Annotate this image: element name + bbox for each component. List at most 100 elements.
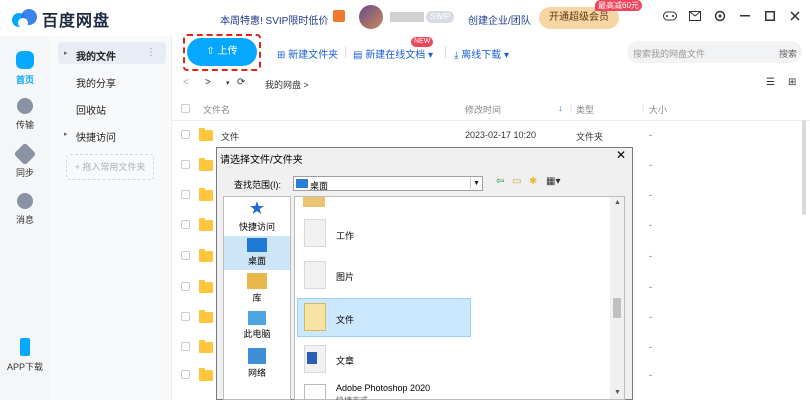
place-desktop[interactable]: 桌面 (223, 238, 291, 267)
place-label: 网络 (247, 368, 266, 378)
scroll-up-icon[interactable]: ▲ (614, 199, 621, 206)
network-icon (248, 348, 266, 364)
row-checkbox[interactable] (181, 130, 190, 139)
column-header-modified[interactable]: 修改时间 (465, 103, 501, 116)
enterprise-link[interactable]: 创建企业/团队 (468, 12, 531, 27)
divider (345, 46, 346, 58)
file-modified: 2023-02-17 10:20 (465, 130, 537, 140)
dialog-file-name[interactable]: 文章 (336, 354, 354, 367)
dialog-file-name[interactable]: 工作 (336, 229, 354, 242)
file-size: - (649, 130, 652, 140)
history-dropdown-icon[interactable]: ▾ (226, 79, 230, 87)
game-icon[interactable] (663, 9, 677, 23)
back-arrow-icon[interactable]: ⇦ (496, 176, 504, 187)
desktop-icon (296, 179, 308, 188)
dialog-scroll-thumb[interactable] (613, 298, 621, 318)
subnav-item-my-shares[interactable]: 我的分享 (76, 75, 116, 90)
new-folder-icon[interactable]: ✱ (529, 176, 537, 187)
place-network[interactable]: 网络 (223, 348, 291, 379)
column-header-name[interactable]: 文件名 (203, 103, 230, 116)
top-bar: 百度网盘 本周特惠! SVIP限时低价 SWIP 创建企业/团队 开通超级会员 … (0, 0, 810, 36)
row-checkbox[interactable] (181, 220, 190, 229)
app-logo[interactable]: 百度网盘 (12, 7, 110, 31)
settings-icon[interactable] (713, 9, 727, 23)
sidebar-item-label: 传输 (15, 120, 34, 130)
folder-icon (199, 368, 213, 381)
new-online-doc-button[interactable]: ▤ 新建在线文档 ▾ (353, 46, 433, 61)
gift-icon[interactable] (333, 10, 345, 22)
folder-icon (199, 158, 213, 171)
row-checkbox[interactable] (181, 312, 190, 321)
row-checkbox[interactable] (181, 282, 190, 291)
upload-label: 上传 (217, 46, 238, 57)
file-name[interactable]: 文件 (221, 130, 239, 143)
folder-icon (199, 188, 213, 201)
maximize-icon[interactable] (763, 9, 777, 23)
up-folder-icon[interactable]: ▭ (512, 176, 521, 187)
avatar[interactable] (359, 5, 383, 29)
sidebar-item-sync[interactable]: 同步 (0, 142, 50, 179)
back-icon[interactable]: < (183, 77, 189, 88)
scroll-down-icon[interactable]: ▼ (614, 389, 621, 396)
folder-icon (199, 128, 213, 141)
place-this-pc[interactable]: 此电脑 (223, 311, 291, 340)
sort-icon[interactable]: ☰ (766, 77, 775, 88)
view-menu-icon[interactable]: ▦▾ (546, 176, 560, 187)
computer-icon (248, 311, 266, 325)
username[interactable] (390, 12, 424, 22)
minimize-icon[interactable] (738, 9, 752, 23)
new-badge: NEW (411, 37, 434, 47)
row-checkbox[interactable] (181, 251, 190, 260)
promo-text[interactable]: 本周特惠! SVIP限时低价 (220, 12, 328, 27)
download-icon: ⤓ (454, 50, 459, 61)
upload-button[interactable]: ⇧ 上传 (187, 38, 257, 66)
dialog-file-name[interactable]: 文件 (336, 313, 354, 326)
row-checkbox[interactable] (181, 342, 190, 351)
sync-icon (13, 142, 37, 166)
sort-down-icon[interactable]: ↓ (558, 103, 563, 113)
transfer-icon (17, 98, 33, 114)
breadcrumb-root[interactable]: 我的网盘 (265, 80, 301, 90)
grid-view-icon[interactable]: ⊞ (788, 77, 796, 88)
mail-icon[interactable] (688, 9, 702, 23)
upload-icon: ⇧ (206, 46, 215, 57)
sidebar-item-transfer[interactable]: 传输 (0, 98, 50, 131)
column-header-size[interactable]: 大小 (649, 103, 667, 116)
subnav-item-recycle-bin[interactable]: 回收站 (76, 102, 106, 117)
new-folder-label: 新建文件夹 (288, 50, 339, 61)
search-button[interactable]: 搜索 (779, 47, 797, 60)
subnav-item-quick-access[interactable]: 快捷访问 (76, 129, 116, 144)
folder-icon (303, 197, 325, 207)
main-scrollbar[interactable] (802, 120, 806, 215)
close-icon[interactable] (788, 9, 802, 23)
dialog-close-icon[interactable]: ✕ (616, 148, 626, 162)
refresh-icon[interactable]: ⟳ (237, 77, 245, 88)
dialog-file-name[interactable]: 图片 (336, 270, 354, 283)
row-checkbox[interactable] (181, 190, 190, 199)
search-placeholder: 搜索我的网盘文件 (633, 49, 706, 59)
select-all-checkbox[interactable] (181, 104, 190, 113)
more-icon[interactable]: ⋮ (146, 47, 156, 58)
expand-arrow-icon[interactable]: ▸ (64, 49, 68, 57)
chevron-down-icon[interactable]: ▼ (470, 178, 482, 189)
sidebar-app-download[interactable]: APP下载 (0, 338, 50, 373)
row-checkbox[interactable] (181, 160, 190, 169)
dialog-file-name[interactable]: Adobe Photoshop 2020 (336, 383, 430, 393)
column-header-type[interactable]: 类型 (576, 103, 594, 116)
expand-arrow-icon[interactable]: ▸ (64, 130, 68, 138)
forward-icon[interactable]: > (205, 77, 211, 88)
folder-icon (304, 303, 326, 331)
dialog-title: 请选择文件/文件夹 (220, 155, 303, 166)
place-library[interactable]: 库 (223, 273, 291, 304)
add-common-folder-dropzone[interactable]: + 拖入常用文件夹 (66, 154, 154, 180)
subnav-item-my-files[interactable]: 我的文件 (76, 48, 116, 63)
sidebar-item-home[interactable]: 首页 (0, 51, 50, 86)
file-size: - (649, 220, 652, 230)
new-folder-button[interactable]: ⊞ 新建文件夹 (277, 46, 338, 61)
sidebar-item-message[interactable]: 消息 (0, 193, 50, 226)
offline-download-button[interactable]: ⤓ 离线下载 ▾ (454, 46, 509, 61)
row-checkbox[interactable] (181, 370, 190, 379)
folder-icon (199, 249, 213, 262)
place-quick-access[interactable]: ★ 快捷访问 (223, 198, 291, 233)
breadcrumb[interactable]: 我的网盘 > (265, 78, 309, 91)
